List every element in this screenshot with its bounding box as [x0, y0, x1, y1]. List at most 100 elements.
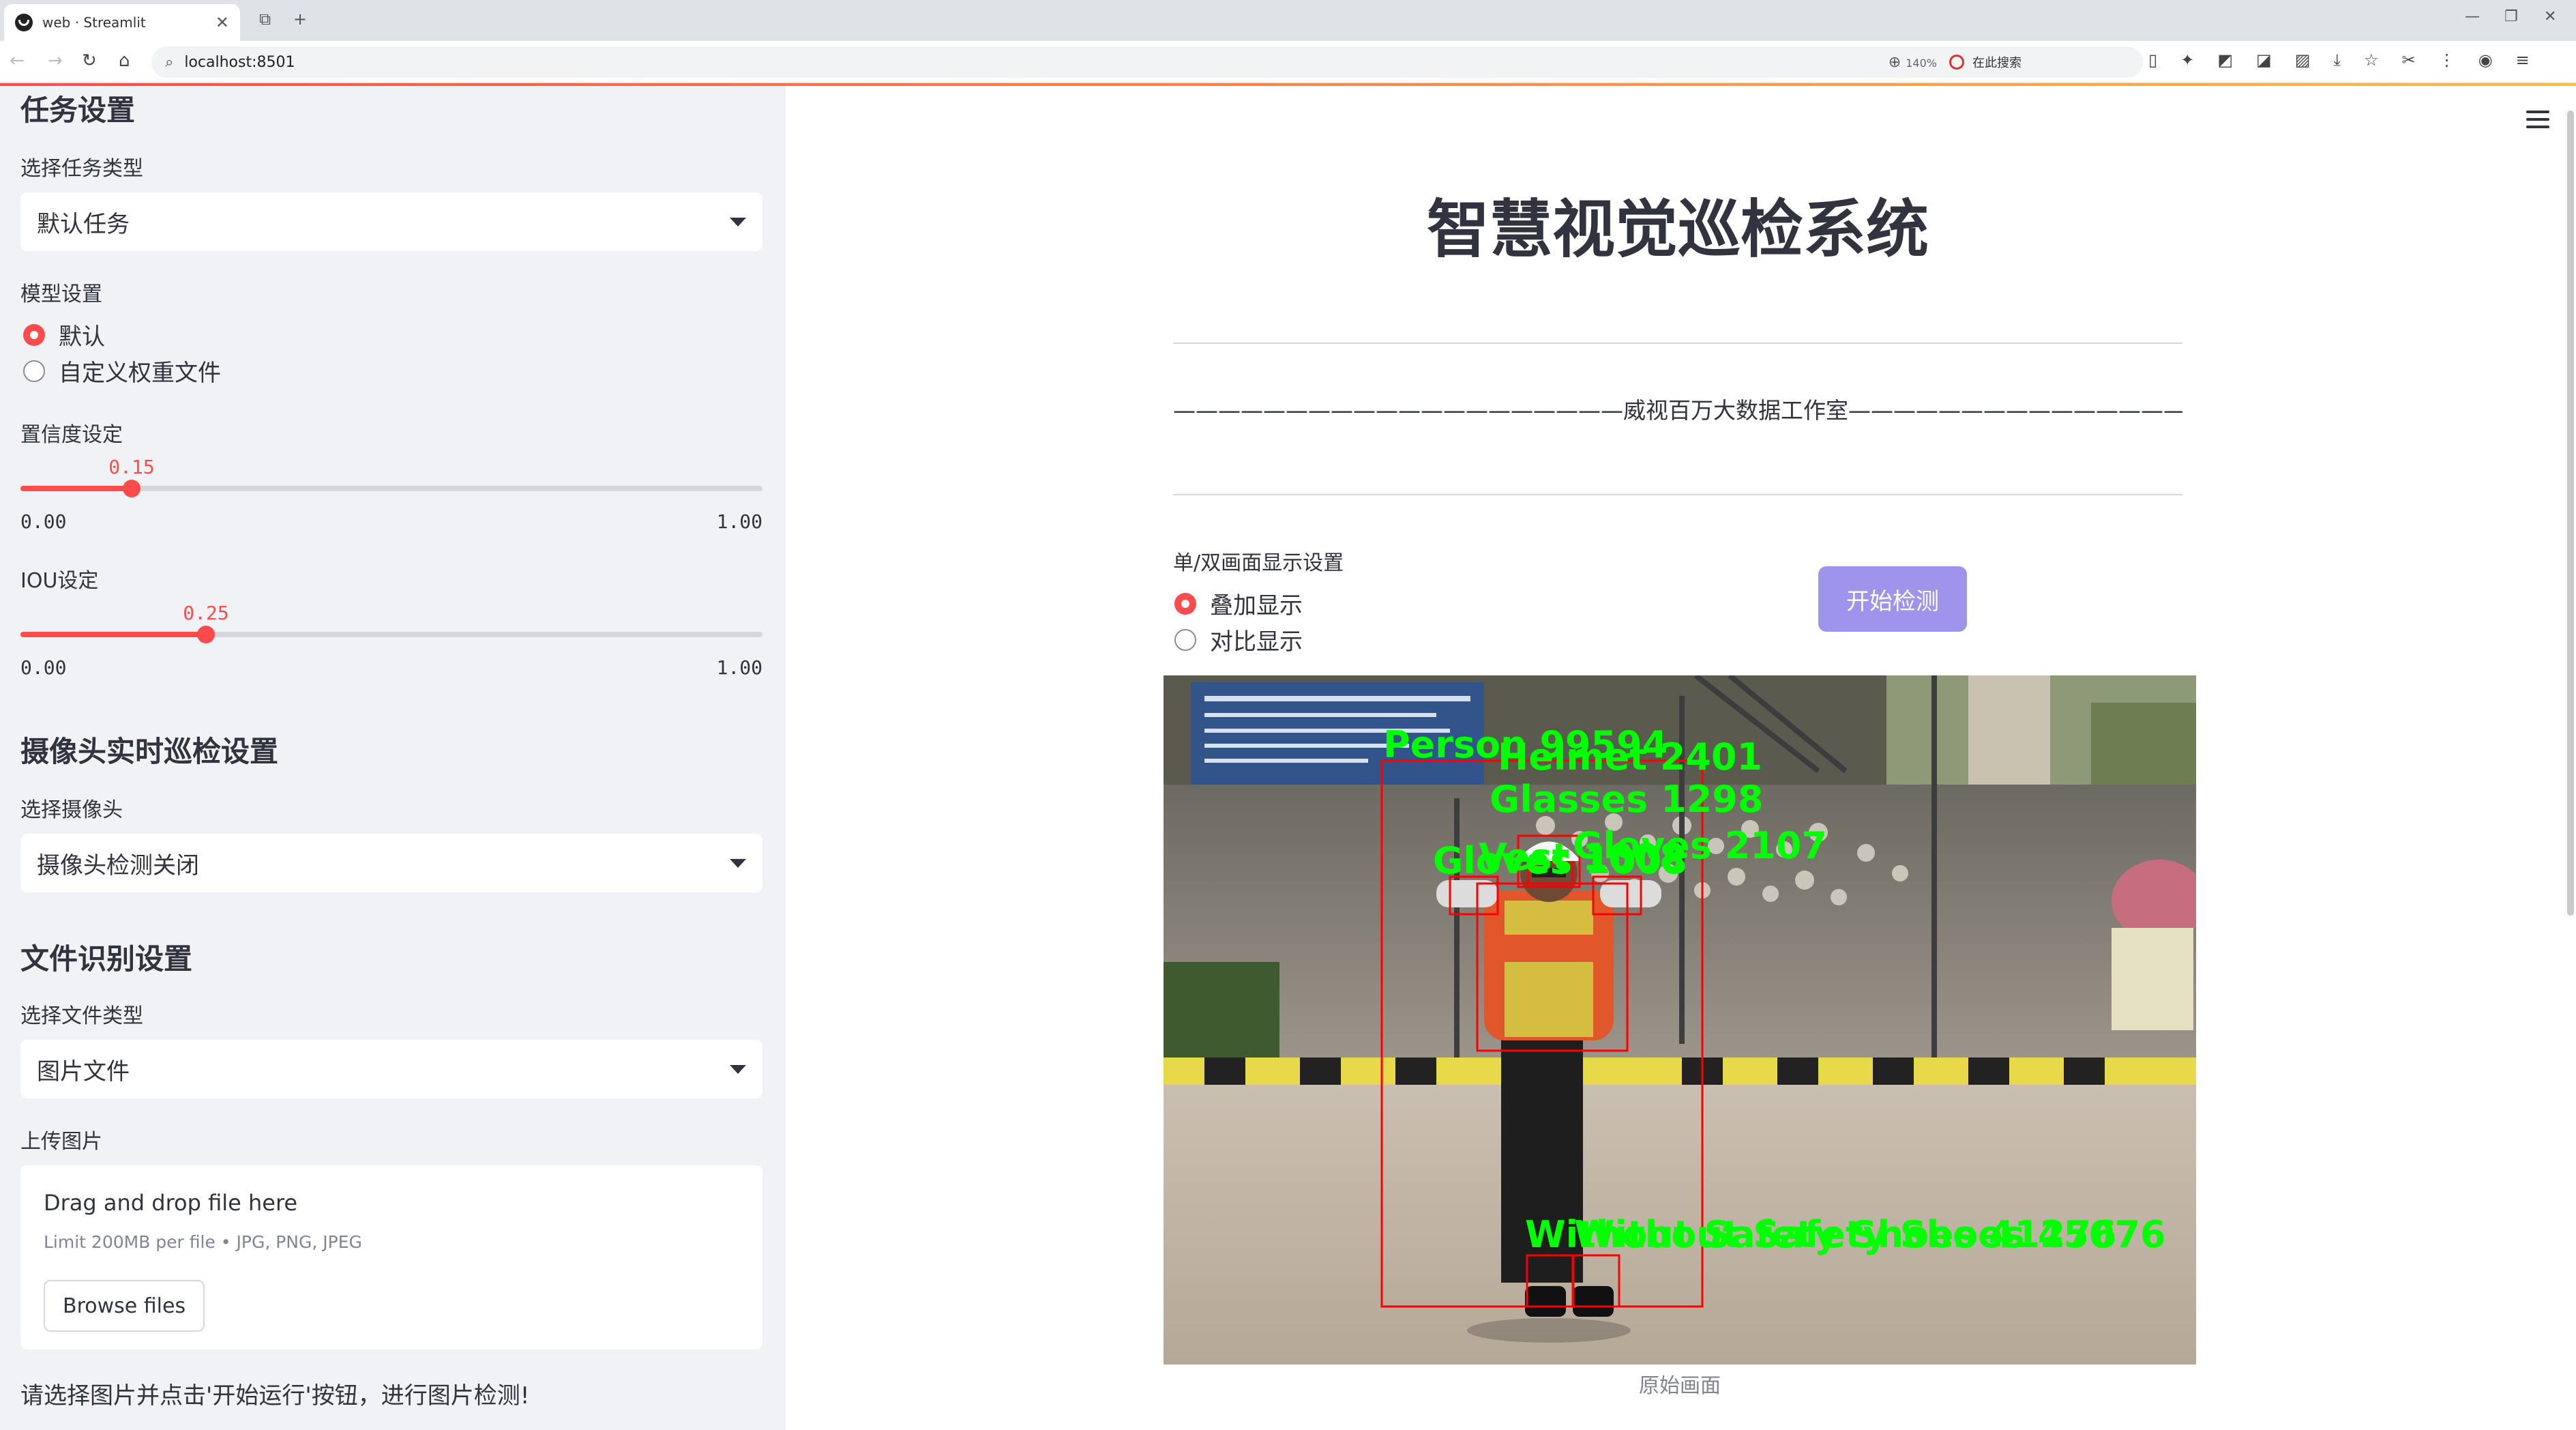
chevron-down-icon — [730, 1064, 746, 1074]
upload-limit: Limit 200MB per file • JPG, PNG, JPEG — [44, 1232, 362, 1252]
device-icon[interactable]: ▯ — [2148, 50, 2157, 70]
upload-label: 上传图片 — [20, 1130, 102, 1154]
forward-icon[interactable]: → — [48, 50, 63, 71]
iou-max: 1.00 — [716, 656, 763, 679]
more-icon[interactable]: ⋮ — [2439, 50, 2455, 70]
detection-result-image: Person 99594 Helmet 2401 Glasses 1298 Gl… — [1164, 675, 2196, 1365]
model-option-custom[interactable]: 自定义权重文件 — [23, 354, 221, 388]
camera-settings-heading: 摄像头实时巡检设置 — [20, 735, 279, 768]
divider — [1173, 494, 2182, 495]
detection-label: Without Safety Shoes 45076 — [1574, 1213, 2166, 1256]
camera-select-value: 摄像头检测关闭 — [37, 851, 199, 879]
radio-checked-icon[interactable] — [1174, 592, 1196, 615]
back-icon[interactable]: ← — [10, 50, 25, 71]
file-type-value: 图片文件 — [37, 1057, 130, 1085]
close-tab-icon[interactable]: ✕ — [216, 13, 229, 32]
start-detection-button[interactable]: 开始检测 — [1818, 566, 1967, 632]
new-tab-icon[interactable]: + — [293, 10, 307, 29]
search-box[interactable]: 在此搜索 — [1937, 46, 2135, 78]
streamlit-logo-icon — [15, 14, 33, 31]
file-type-label: 选择文件类型 — [20, 1004, 143, 1028]
detection-label: Glasses 1298 — [1490, 778, 1763, 821]
browser-navbar: ← → ↻ ⌂ ⌕ localhost:8501 ⊕ 140% ⛭ ⚡ ▣ ➦ … — [0, 41, 2576, 83]
close-window-icon[interactable]: ✕ — [2544, 8, 2556, 25]
confidence-min: 0.00 — [20, 510, 67, 533]
streamlit-app: 任务设置 选择任务类型 默认任务 模型设置 默认 自定义权重文件 置信度设定 0… — [0, 83, 2576, 1430]
camera-select[interactable]: 摄像头检测关闭 — [20, 834, 763, 892]
page-subtitle: ————————————————————威视百万大数据工作室——————————… — [1173, 397, 2182, 424]
tab-title: web · Streamlit — [42, 14, 146, 31]
extension-icon-3[interactable]: ◪ — [2256, 50, 2272, 70]
task-type-label: 选择任务类型 — [20, 157, 143, 181]
favorites-icon[interactable]: ☆ — [2364, 50, 2379, 70]
profile-avatar-icon[interactable]: ◉ — [2478, 50, 2493, 70]
address-url[interactable]: localhost:8501 — [184, 54, 295, 71]
display-option-overlay[interactable]: 叠加显示 — [1174, 587, 1303, 620]
iou-slider[interactable]: 0.25 0.00 1.00 — [20, 602, 763, 679]
display-option-compare[interactable]: 对比显示 — [1174, 623, 1303, 656]
camera-select-label: 选择摄像头 — [20, 798, 123, 822]
zoom-level: 140% — [1906, 56, 1937, 70]
task-settings-heading: 任务设置 — [20, 93, 136, 127]
zoom-icon: ⊕ — [1888, 53, 1901, 71]
model-option-label: 自定义权重文件 — [59, 360, 221, 387]
upload-hint: 请选择图片并点击'开始运行'按钮，进行图片检测! — [20, 1382, 530, 1410]
address-bar[interactable]: ⌕ localhost:8501 ⊕ 140% ⛭ ⚡ ▣ ➦ ☆ — [151, 46, 2143, 78]
confidence-max: 1.00 — [716, 510, 763, 533]
display-option-label: 对比显示 — [1210, 628, 1303, 656]
radio-unchecked-icon[interactable] — [23, 360, 45, 382]
detection-label: Helmet 2401 — [1498, 735, 1762, 778]
display-mode-label: 单/双画面显示设置 — [1173, 551, 1344, 575]
scene-illustration: Person 99594 Helmet 2401 Glasses 1298 Gl… — [1164, 675, 2196, 1365]
reload-icon[interactable]: ↻ — [82, 50, 97, 71]
divider — [1173, 342, 2182, 344]
task-type-value: 默认任务 — [37, 210, 130, 238]
zoom-indicator[interactable]: ⊕ 140% — [1889, 54, 1937, 71]
chevron-down-icon — [730, 858, 746, 868]
image-caption: 原始画面 — [1639, 1374, 1721, 1398]
model-settings-label: 模型设置 — [20, 282, 102, 306]
model-option-label: 默认 — [59, 323, 105, 351]
slider-thumb[interactable] — [197, 626, 215, 643]
file-type-select[interactable]: 图片文件 — [20, 1040, 763, 1098]
cut-icon[interactable]: ✂ — [2402, 50, 2416, 70]
radio-checked-icon[interactable] — [23, 323, 45, 346]
scrollbar[interactable] — [2567, 111, 2574, 916]
file-settings-heading: 文件识别设置 — [20, 942, 193, 976]
task-type-select[interactable]: 默认任务 — [20, 192, 763, 251]
restore-icon[interactable]: ❐ — [2504, 8, 2518, 25]
model-option-default[interactable]: 默认 — [23, 318, 105, 351]
iou-value: 0.25 — [183, 602, 229, 624]
home-icon[interactable]: ⌂ — [119, 50, 130, 71]
search-engine-icon — [1949, 55, 1964, 70]
slider-thumb[interactable] — [123, 480, 140, 497]
browse-files-button[interactable]: Browse files — [44, 1280, 205, 1332]
confidence-slider[interactable]: 0.15 0.00 1.00 — [20, 456, 763, 533]
tab-group-icon[interactable]: ⧉ — [259, 10, 271, 29]
extension-toolbar: ▯ ✦ ◩ ◪ ▨ ⤓ ☆ ✂ ⋮ ◉ ≡ — [2148, 50, 2530, 70]
detection-label: Gloves 1008 — [1433, 839, 1687, 882]
iou-label: IOU设定 — [20, 569, 99, 593]
extension-icon-2[interactable]: ◩ — [2217, 50, 2233, 70]
minimize-icon[interactable]: — — [2465, 8, 2480, 25]
search-placeholder: 在此搜索 — [1972, 56, 2022, 70]
browser-tabbar: web · Streamlit ✕ ⧉ + — ❐ ✕ — [0, 0, 2576, 41]
slider-fill — [20, 486, 132, 491]
browser-tab[interactable]: web · Streamlit ✕ — [4, 4, 240, 41]
site-info-icon[interactable]: ⌕ — [165, 54, 173, 71]
chevron-down-icon — [730, 217, 746, 227]
download-icon[interactable]: ⤓ — [2333, 50, 2341, 70]
file-uploader-dropzone[interactable]: Drag and drop file here Limit 200MB per … — [20, 1165, 763, 1349]
confidence-label: 置信度设定 — [20, 423, 123, 447]
iou-min: 0.00 — [20, 656, 67, 679]
extension-icon-1[interactable]: ✦ — [2180, 50, 2194, 70]
menu-icon[interactable]: ≡ — [2516, 50, 2530, 70]
main-menu-icon[interactable] — [2526, 111, 2549, 128]
slider-fill — [20, 632, 206, 637]
confidence-value: 0.15 — [108, 456, 155, 478]
extension-icon-4[interactable]: ▨ — [2295, 50, 2311, 70]
display-option-label: 叠加显示 — [1210, 592, 1303, 619]
page-title: 智慧视觉巡检系统 — [1426, 193, 1929, 266]
radio-unchecked-icon[interactable] — [1174, 628, 1196, 651]
upload-title: Drag and drop file here — [44, 1190, 298, 1216]
